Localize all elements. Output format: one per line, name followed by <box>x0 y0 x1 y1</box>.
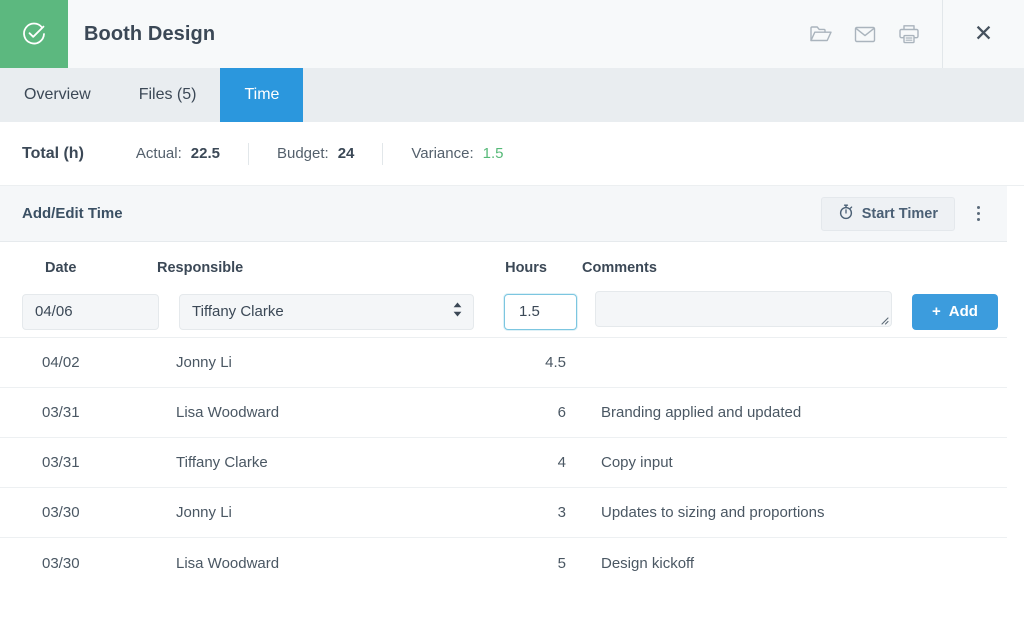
column-header-hours: Hours <box>460 260 560 276</box>
cell-comments: Updates to sizing and proportions <box>579 504 979 521</box>
cell-responsible: Lisa Woodward <box>172 555 479 572</box>
stat-actual-label: Actual: <box>136 145 182 162</box>
stat-budget: Budget: 24 <box>277 145 354 162</box>
cell-date: 03/30 <box>18 555 172 572</box>
stat-budget-value: 24 <box>338 145 355 162</box>
stopwatch-icon <box>838 203 854 224</box>
cell-responsible: Jonny Li <box>172 504 479 521</box>
totals-label: Total (h) <box>22 145 84 163</box>
comments-textarea-wrapper <box>577 291 892 332</box>
folder-open-icon[interactable] <box>808 21 834 47</box>
cell-date: 03/31 <box>18 454 172 471</box>
tab-time[interactable]: Time <box>220 68 303 122</box>
date-input[interactable] <box>22 294 159 330</box>
tab-bar: Overview Files (5) Time <box>0 68 1024 122</box>
header-actions <box>808 0 942 68</box>
time-entries-table: Date Responsible Hours Comments Tiffany … <box>0 242 1007 588</box>
table-row[interactable]: 03/31 Lisa Woodward 6 Branding applied a… <box>0 388 1007 438</box>
close-icon: ✕ <box>974 23 993 46</box>
stat-divider <box>248 143 249 165</box>
totals-summary: Total (h) Actual: 22.5 Budget: 24 Varian… <box>0 122 1024 186</box>
cell-hours: 5 <box>479 555 579 572</box>
cell-comments: Design kickoff <box>579 555 979 572</box>
cell-date: 03/31 <box>18 404 172 421</box>
time-tracking-panel: Booth Design <box>0 0 1024 626</box>
new-entry-row: Tiffany Clarke Jonny Li Lisa Woodward <box>0 286 1007 338</box>
stat-variance-label: Variance: <box>411 145 473 162</box>
add-button[interactable]: + Add <box>912 294 998 330</box>
tab-files[interactable]: Files (5) <box>115 68 221 122</box>
table-row[interactable]: 03/31 Tiffany Clarke 4 Copy input <box>0 438 1007 488</box>
stat-variance-value: 1.5 <box>483 145 504 162</box>
cell-date: 04/02 <box>18 354 172 371</box>
start-timer-button[interactable]: Start Timer <box>821 197 955 231</box>
table-row[interactable]: 03/30 Jonny Li 3 Updates to sizing and p… <box>0 488 1007 538</box>
stat-budget-label: Budget: <box>277 145 329 162</box>
table-header-row: Date Responsible Hours Comments <box>0 242 1007 286</box>
responsible-select[interactable]: Tiffany Clarke Jonny Li Lisa Woodward <box>179 294 474 330</box>
task-status-badge <box>0 0 68 68</box>
check-circle-icon <box>19 19 49 49</box>
stat-divider <box>382 143 383 165</box>
cell-hours: 3 <box>479 504 579 521</box>
cell-comments: Copy input <box>579 454 979 471</box>
close-button[interactable]: ✕ <box>943 0 1024 68</box>
cell-responsible: Tiffany Clarke <box>172 454 479 471</box>
table-row[interactable]: 04/02 Jonny Li 4.5 <box>0 338 1007 388</box>
page-title: Booth Design <box>68 0 808 68</box>
column-header-comments: Comments <box>560 260 960 276</box>
cell-hours: 4 <box>479 454 579 471</box>
tab-overview[interactable]: Overview <box>0 68 115 122</box>
window-header: Booth Design <box>0 0 1024 68</box>
cell-responsible: Jonny Li <box>172 354 479 371</box>
start-timer-label: Start Timer <box>862 206 938 222</box>
envelope-icon[interactable] <box>852 21 878 47</box>
hours-input[interactable] <box>504 294 577 330</box>
kebab-menu-icon[interactable] <box>961 197 995 231</box>
cell-hours: 6 <box>479 404 579 421</box>
cell-comments: Branding applied and updated <box>579 404 979 421</box>
cell-hours: 4.5 <box>479 354 579 371</box>
kebab-dot <box>977 206 980 209</box>
cell-date: 03/30 <box>18 504 172 521</box>
column-header-responsible: Responsible <box>150 260 460 276</box>
printer-icon[interactable] <box>896 21 922 47</box>
stat-actual: Actual: 22.5 <box>136 145 220 162</box>
add-button-label: Add <box>949 303 978 320</box>
table-row[interactable]: 03/30 Lisa Woodward 5 Design kickoff <box>0 538 1007 588</box>
stat-actual-value: 22.5 <box>191 145 220 162</box>
kebab-dot <box>977 218 980 221</box>
section-title: Add/Edit Time <box>22 205 821 222</box>
kebab-dot <box>977 212 980 215</box>
section-bar: Add/Edit Time Start Timer <box>0 186 1007 242</box>
responsible-select-wrapper: Tiffany Clarke Jonny Li Lisa Woodward <box>179 294 474 330</box>
stat-variance: Variance: 1.5 <box>411 145 503 162</box>
column-header-date: Date <box>0 260 150 276</box>
plus-icon: + <box>932 303 941 320</box>
cell-responsible: Lisa Woodward <box>172 404 479 421</box>
comments-textarea[interactable] <box>595 291 892 327</box>
